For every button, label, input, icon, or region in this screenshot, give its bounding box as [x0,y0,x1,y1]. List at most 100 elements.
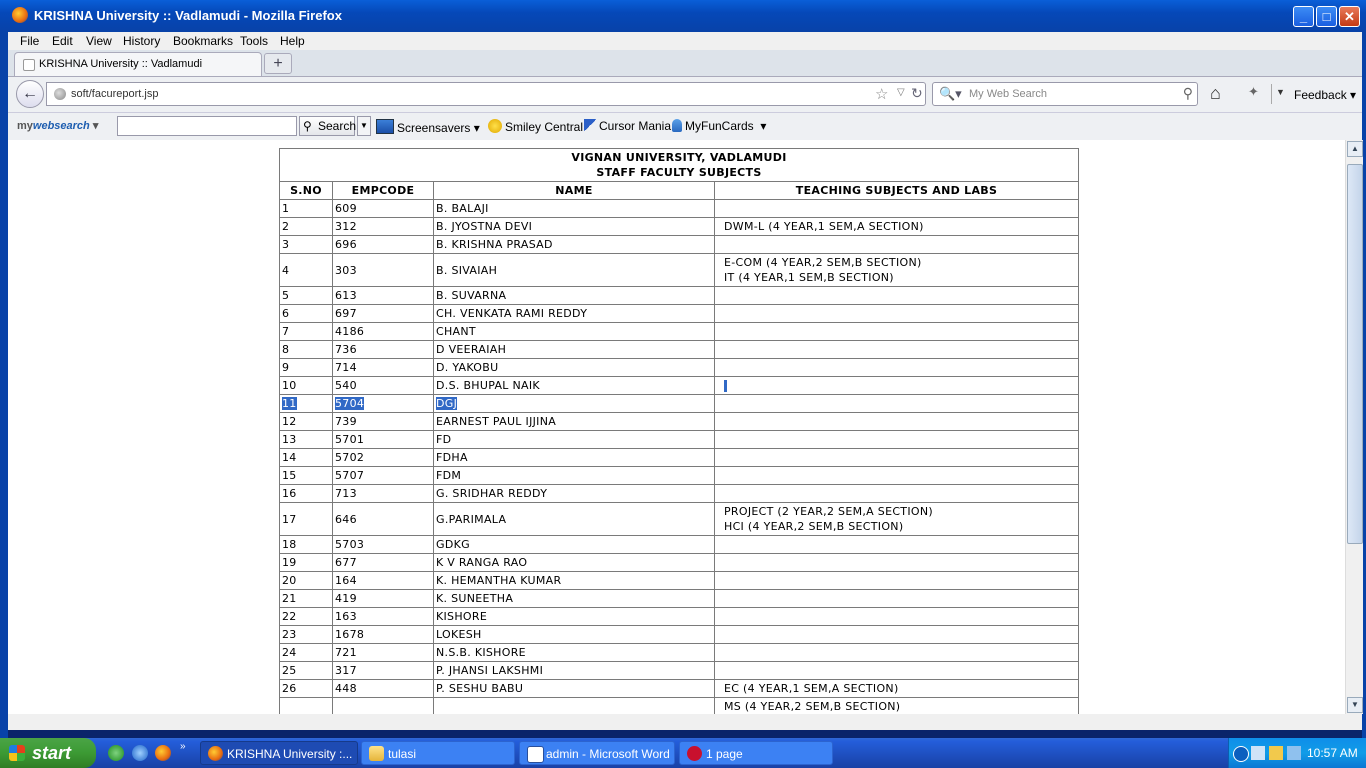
web-search-box[interactable]: 🔍▾ My Web Search ⚲ [932,82,1198,106]
close-button[interactable]: ✕ [1339,6,1360,27]
cell-subjects [714,589,1079,608]
cell-empcode: 164 [332,571,434,590]
cell-empcode-text: 317 [335,664,357,677]
cell-empcode-text: 312 [335,220,357,233]
minimize-button[interactable]: _ [1293,6,1314,27]
cell-empcode-text: 736 [335,343,357,356]
menu-file[interactable]: File [20,34,39,48]
cell-sno: 2 [279,217,333,236]
tab-krishna-university[interactable]: KRISHNA University :: Vadlamudi [14,52,262,76]
cell-name: G.PARIMALA [433,502,715,536]
window-titlebar[interactable]: KRISHNA University :: Vadlamudi - Mozill… [0,0,1366,32]
cell-subjects [714,661,1079,680]
cell-empcode: 646 [332,502,434,536]
table-row: 6 697 CH. VENKATA RAMI REDDY [279,304,1079,323]
task-pdf[interactable]: 1 page [679,741,833,765]
logo-main: websearch [32,120,90,132]
cell-empcode-text: 540 [335,379,357,392]
quicklaunch-more-icon[interactable]: » [180,741,186,752]
task-tulasi-folder[interactable]: tulasi [361,741,515,765]
table-row: 2 312 B. JYOSTNA DEVI DWM-L (4 YEAR,1 SEM,A… [279,217,1079,236]
scroll-thumb[interactable] [1347,164,1363,544]
quicklaunch-ie-icon[interactable] [132,745,148,761]
window-frame-left [0,32,8,744]
scroll-down-arrow[interactable]: ▼ [1347,697,1363,713]
search-placeholder: My Web Search [969,88,1048,100]
task-firefox[interactable]: KRISHNA University :... [200,741,358,765]
cell-sno: 1 [279,199,333,218]
toolbar-search-dropdown[interactable]: ▼ [357,116,371,136]
cell-empcode-text: 163 [335,610,357,623]
home-icon[interactable]: ⌂ [1210,83,1221,104]
report-header-row: VIGNAN UNIVERSITY, VADLAMUDI STAFF FACUL… [279,148,1079,182]
screensavers-button[interactable]: Screensavers ▾ [376,119,480,135]
maximize-button[interactable]: □ [1316,6,1337,27]
cell-name: LOKESH [433,625,715,644]
scroll-up-arrow[interactable]: ▲ [1347,141,1363,157]
search-engine-icon[interactable]: 🔍▾ [939,86,962,102]
page-favicon-icon [23,59,35,71]
url-bar[interactable]: soft/facureport.jsp ☆ ▽ ↻ [46,82,926,106]
feedback-button[interactable]: Feedback ▾ [1294,88,1356,102]
menu-history[interactable]: History [123,34,160,48]
table-row: 16 713 G. SRIDHAR REDDY [279,484,1079,503]
menu-help[interactable]: Help [280,34,305,48]
cell-name-text: FD [436,433,452,446]
cell-name-text: DGJ [436,397,458,410]
cell-name: DGJ [433,394,715,413]
cell-empcode-text: 419 [335,592,357,605]
toolbar-search-button[interactable]: ⚲ Search [299,116,356,136]
site-identity-icon[interactable] [54,88,66,100]
menu-tools[interactable]: Tools [240,34,268,48]
back-button[interactable]: ← [16,80,44,108]
task-word[interactable]: admin - Microsoft Word [519,741,675,765]
cell-subjects: PROJECT (2 YEAR,2 SEM,A SECTION) HCI (4 Y… [714,502,1079,536]
search-go-icon[interactable]: ⚲ [1183,85,1193,102]
cell-name: K. HEMANTHA KUMAR [433,571,715,590]
cell-empcode: 419 [332,589,434,608]
cell-sno: 13 [279,430,333,449]
cell-sno: 4 [279,253,333,287]
smiley-central-button[interactable]: Smiley Central [488,119,583,134]
cell-sno-text: 4 [282,263,290,277]
tray-expand-icon[interactable] [1233,746,1249,762]
start-button[interactable]: start [0,738,96,768]
network-icon[interactable] [1251,746,1265,760]
new-tab-button[interactable]: + [264,53,292,74]
antivirus-icon[interactable] [1269,746,1283,760]
toolbar-search-input[interactable] [117,116,297,136]
cell-name: P. SESHU BABU [433,679,715,698]
myfuncards-button[interactable]: MyFunCards ▾ [672,119,766,133]
cell-sno: 18 [279,535,333,554]
cell-sno-text: 23 [282,628,297,641]
cell-sno-text: 22 [282,610,297,623]
col-subjects: TEACHING SUBJECTS AND LABS [714,181,1079,200]
quicklaunch-firefox-icon[interactable] [155,745,171,761]
reload-icon[interactable]: ↻ [911,85,923,102]
cell-sno-text: 1 [282,202,290,215]
bookmark-star-icon[interactable]: ☆ [875,85,888,103]
table-row: 3 696 B. KRISHNA PRASAD [279,235,1079,254]
cell-subjects [714,607,1079,626]
menu-view[interactable]: View [86,34,112,48]
vertical-scrollbar[interactable]: ▲ ▼ [1345,140,1363,714]
menu-bookmarks[interactable]: Bookmarks [173,34,233,48]
cursor-mania-button[interactable]: Cursor Mania [584,119,671,133]
status-strip [8,714,1362,730]
volume-icon[interactable] [1287,746,1301,760]
addon-dropdown-icon[interactable]: ▼ [1276,87,1285,97]
tab-label: KRISHNA University :: Vadlamudi [39,58,203,70]
table-row: 19 677 K V RANGA RAO [279,553,1079,572]
cell-empcode: 721 [332,643,434,662]
cell-empcode: 448 [332,679,434,698]
addon-icon[interactable]: ✦ [1248,84,1259,100]
cell-sno-text: 13 [282,433,297,446]
clock[interactable]: 10:57 AM [1307,746,1358,760]
quicklaunch-utorrent-icon[interactable] [108,745,124,761]
table-row: 9 714 D. YAKOBU [279,358,1079,377]
cell-empcode: 696 [332,235,434,254]
mywebsearch-logo[interactable]: mywebsearch ▾ [17,119,98,132]
url-dropdown-icon[interactable]: ▽ [897,87,905,98]
cell-subjects [714,571,1079,590]
menu-edit[interactable]: Edit [52,34,73,48]
